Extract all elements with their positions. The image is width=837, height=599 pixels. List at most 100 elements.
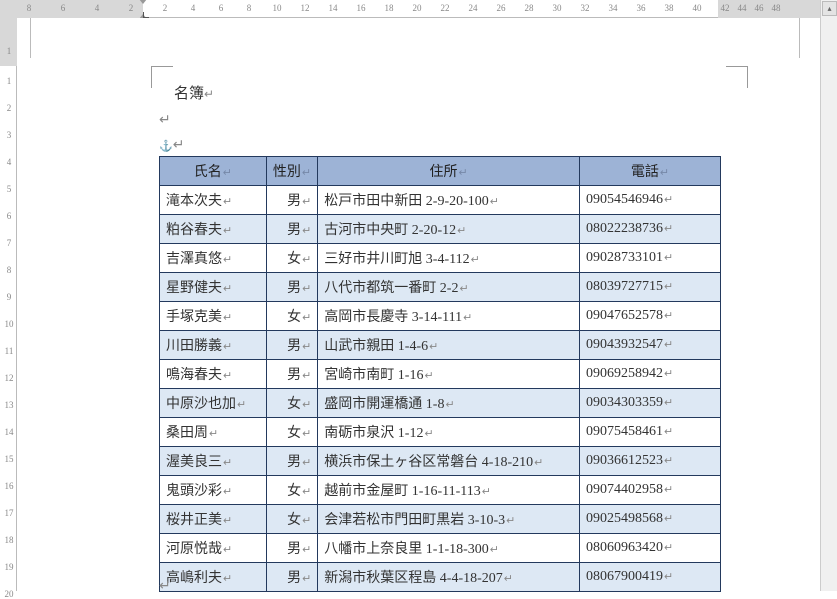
ruler-h-tick: 30 [550,3,564,13]
cell-address: 古河市中央町 2-20-12↵ [318,215,580,244]
document-title: 名簿↵ [174,82,214,103]
cell-name: 粕谷春夫↵ [160,215,267,244]
cell-address: 八代市都筑一番町 2-2↵ [318,273,580,302]
ruler-v-tick: 10 [3,319,15,329]
cell-phone: 08060963420↵ [580,534,721,563]
ruler-v-tick: 1 [3,76,15,86]
ruler-v-tick: 15 [3,454,15,464]
cell-gender: 男↵ [266,186,318,215]
ruler-h-tick: 32 [578,3,592,13]
ruler-v-tick: 17 [3,508,15,518]
cell-gender: 男↵ [266,360,318,389]
document-page: 名簿↵ ↵ ⚓↵ 氏名↵ 性別↵ 住所↵ 電話↵ 滝本次夫↵男↵松戸市田中新田 … [30,18,800,58]
cell-name: 渥美良三↵ [160,447,267,476]
ruler-h-tick: 16 [354,3,368,13]
cell-gender: 男↵ [266,563,318,592]
vertical-scrollbar[interactable]: ▴ [820,0,837,591]
cell-phone: 09034303359↵ [580,389,721,418]
ruler-h-tick: 4 [90,3,104,13]
paragraph-mark-icon: ↵ [204,87,214,101]
ruler-h-tick: 48 [769,3,783,13]
cell-gender: 女↵ [266,244,318,273]
ruler-v-tick: 9 [3,292,15,302]
cell-address: 八幡市上奈良里 1-1-18-300↵ [318,534,580,563]
table-row: 星野健夫↵男↵八代市都筑一番町 2-2↵08039727715↵ [160,273,721,302]
table-row: 中原沙也加↵女↵盛岡市開運橋通 1-8↵09034303359↵ [160,389,721,418]
table-row: 川田勝義↵男↵山武市親田 1-4-6↵09043932547↵ [160,331,721,360]
table-row: 河原悦哉↵男↵八幡市上奈良里 1-1-18-300↵08060963420↵ [160,534,721,563]
ruler-v-tick: 6 [3,211,15,221]
cell-gender: 女↵ [266,418,318,447]
ruler-h-tick: 6 [214,3,228,13]
anchor-icon: ⚓ [159,140,173,152]
cell-address: 会津若松市門田町黒岩 3-10-3↵ [318,505,580,534]
cell-gender: 女↵ [266,302,318,331]
cell-address: 宮崎市南町 1-16↵ [318,360,580,389]
anchor-paragraph: ⚓↵ [159,137,184,154]
cell-gender: 男↵ [266,447,318,476]
cell-gender: 男↵ [266,273,318,302]
cell-name: 高嶋利夫↵ [160,563,267,592]
header-phone: 電話↵ [580,157,721,186]
ruler-h-tick: 8 [242,3,256,13]
scroll-up-icon[interactable]: ▴ [822,1,837,16]
ruler-h-tick: 40 [690,3,704,13]
cell-gender: 男↵ [266,534,318,563]
ruler-v-tick: 16 [3,481,15,491]
cell-address: 盛岡市開運橋通 1-8↵ [318,389,580,418]
ruler-h-tick: 44 [735,3,749,13]
ruler-h-tick: 20 [410,3,424,13]
cell-phone: 08039727715↵ [580,273,721,302]
cell-name: 星野健夫↵ [160,273,267,302]
cell-name: 鬼頭沙彩↵ [160,476,267,505]
cell-name: 鳴海春夫↵ [160,360,267,389]
cell-gender: 女↵ [266,389,318,418]
cell-address: 南砺市泉沢 1-12↵ [318,418,580,447]
ruler-v-tick: 11 [3,346,15,356]
ruler-h-tick: 12 [298,3,312,13]
cell-name: 滝本次夫↵ [160,186,267,215]
vertical-ruler: 11234567891011121314151617181920 [0,18,17,591]
cell-phone: 09074402958↵ [580,476,721,505]
cell-phone: 09043932547↵ [580,331,721,360]
ruler-h-tick: 18 [382,3,396,13]
cell-name: 河原悦哉↵ [160,534,267,563]
ruler-h-tick: 26 [494,3,508,13]
table-body: 滝本次夫↵男↵松戸市田中新田 2-9-20-100↵09054546946↵粕谷… [160,186,721,592]
cell-phone: 08067900419↵ [580,563,721,592]
margin-corner-top-right [726,66,748,88]
cell-name: 手塚克美↵ [160,302,267,331]
ruler-h-tick: 42 [718,3,732,13]
ruler-h-tick: 38 [662,3,676,13]
cell-phone: 09069258942↵ [580,360,721,389]
cell-phone: 09075458461↵ [580,418,721,447]
table-row: 桜井正美↵女↵会津若松市門田町黒岩 3-10-3↵09025498568↵ [160,505,721,534]
cell-address: 新潟市秋葉区程島 4-4-18-207↵ [318,563,580,592]
cell-address: 高岡市長慶寺 3-14-111↵ [318,302,580,331]
ruler-v-tick: 19 [3,562,15,572]
cell-gender: 女↵ [266,476,318,505]
cell-gender: 男↵ [266,215,318,244]
ruler-v-tick: 7 [3,238,15,248]
cell-phone: 09028733101↵ [580,244,721,273]
ruler-v-tick: 18 [3,535,15,545]
ruler-v-tick: 2 [3,103,15,113]
table-row: 高嶋利夫↵男↵新潟市秋葉区程島 4-4-18-207↵08067900419↵ [160,563,721,592]
ruler-h-tick: 4 [186,3,200,13]
trailing-paragraph: ↵ [159,578,171,595]
ruler-h-tick: 10 [270,3,284,13]
cell-phone: 09054546946↵ [580,186,721,215]
ruler-v-tick: 5 [3,184,15,194]
ruler-h-tick: 6 [56,3,70,13]
cell-address: 横浜市保土ヶ谷区常磐台 4-18-210↵ [318,447,580,476]
header-name: 氏名↵ [160,157,267,186]
table-row: 滝本次夫↵男↵松戸市田中新田 2-9-20-100↵09054546946↵ [160,186,721,215]
cell-address: 越前市金屋町 1-16-11-113↵ [318,476,580,505]
table-row: 渥美良三↵男↵横浜市保土ヶ谷区常磐台 4-18-210↵09036612523↵ [160,447,721,476]
cell-gender: 女↵ [266,505,318,534]
ruler-h-tick: 24 [466,3,480,13]
cell-address: 三好市井川町旭 3-4-112↵ [318,244,580,273]
ruler-h-tick: 2 [124,3,138,13]
cell-phone: 09047652578↵ [580,302,721,331]
cell-name: 吉澤真悠↵ [160,244,267,273]
